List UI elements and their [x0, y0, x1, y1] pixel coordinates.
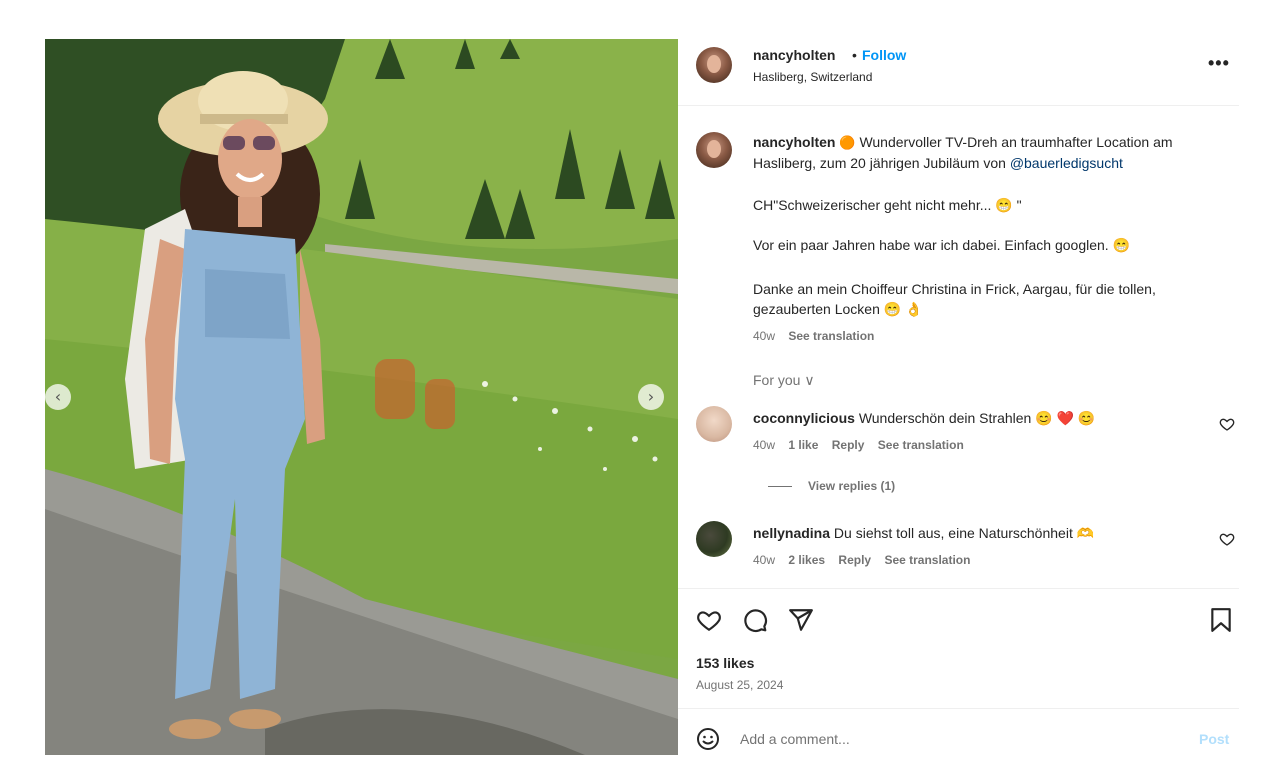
comment-body: Du siehst toll aus, eine Naturschönheit …	[833, 525, 1095, 541]
replies-divider	[768, 486, 792, 488]
comment-likes[interactable]: 2 likes	[788, 553, 825, 567]
caption-username[interactable]: nancyholten	[753, 134, 835, 150]
post-header: nancyholten • Follow Hasliberg, Switzerl…	[678, 39, 1239, 106]
comment-body: Wunderschön dein Strahlen 😊 ❤️ 😊	[858, 410, 1096, 426]
comment-avatar[interactable]	[696, 521, 732, 557]
caption-quote: CH"Schweizerischer geht nicht mehr... 😁 …	[753, 197, 1022, 213]
comment-time[interactable]: 40w	[753, 438, 775, 452]
chevron-left-icon[interactable]: ‹	[45, 384, 71, 410]
emoji-icon[interactable]	[696, 727, 720, 751]
post-button[interactable]: Post	[1199, 731, 1229, 747]
reply-button[interactable]: Reply	[838, 553, 871, 567]
comment-username[interactable]: nellynadina	[753, 525, 830, 541]
comment-icon[interactable]	[742, 607, 768, 633]
send-icon[interactable]	[788, 607, 814, 633]
caption-text-1: Wundervoller TV-Dreh an traumhafter Loca…	[859, 134, 1173, 150]
comment-2-text: nellynadina Du siehst toll aus, eine Nat…	[753, 525, 1094, 542]
view-replies-label: View replies (1)	[808, 479, 896, 493]
follow-button[interactable]: Follow	[862, 47, 906, 63]
comment-1-text: coconnylicious Wunderschön dein Strahlen…	[753, 410, 1095, 427]
comment-like-heart-icon[interactable]	[1219, 531, 1235, 547]
comment-avatar[interactable]	[696, 406, 732, 442]
post-photo	[45, 39, 678, 755]
post-date: August 25, 2024	[696, 678, 784, 692]
more-options-icon[interactable]: •••	[1208, 53, 1230, 74]
photo-scene	[45, 39, 678, 755]
heart-icon[interactable]	[696, 607, 722, 633]
caption-paragraph-3-line-2: gezauberten Locken 😁 👌	[753, 301, 923, 317]
caption-avatar[interactable]	[696, 132, 732, 168]
comment-input[interactable]	[740, 727, 1160, 751]
add-comment-bar: Post	[678, 708, 1239, 755]
caption-paragraph-3-line-1: Danke an mein Choiffeur Christina in Fri…	[753, 281, 1156, 297]
comment-username[interactable]: coconnylicious	[753, 410, 855, 426]
see-translation-button[interactable]: See translation	[884, 553, 970, 567]
comment-1-meta: 40w 1 like Reply See translation	[753, 438, 974, 452]
reply-button[interactable]: Reply	[832, 438, 865, 452]
separator-dot: •	[852, 47, 857, 63]
mention-link[interactable]: @bauerledigsucht	[1010, 155, 1123, 171]
chevron-right-icon[interactable]: ›	[638, 384, 664, 410]
post-panel: nancyholten • Follow Hasliberg, Switzerl…	[678, 39, 1239, 755]
caption-line-1: nancyholten 🟠 Wundervoller TV-Dreh an tr…	[753, 132, 1233, 154]
comment-2-meta: 40w 2 likes Reply See translation	[753, 553, 980, 567]
comment-time[interactable]: 40w	[753, 553, 775, 567]
comment-likes[interactable]: 1 like	[788, 438, 818, 452]
for-you-filter[interactable]: For you ∨	[753, 372, 815, 389]
caption-see-translation[interactable]: See translation	[788, 329, 874, 343]
actions-divider	[678, 588, 1239, 589]
caption-text-2: Hasliberg, zum 20 jährigen Jubiläum von	[753, 155, 1006, 171]
caption-line-2: Hasliberg, zum 20 jährigen Jubiläum von …	[753, 153, 1233, 173]
author-username[interactable]: nancyholten	[753, 47, 835, 63]
caption-meta: 40w See translation	[753, 329, 884, 343]
caption-emoji: 🟠	[839, 136, 856, 151]
likes-count[interactable]: 153 likes	[696, 655, 754, 671]
view-replies-button[interactable]: View replies (1)	[768, 479, 895, 493]
comment-like-heart-icon[interactable]	[1219, 416, 1235, 432]
see-translation-button[interactable]: See translation	[878, 438, 964, 452]
avatar[interactable]	[696, 47, 732, 83]
location-link[interactable]: Hasliberg, Switzerland	[753, 70, 872, 84]
bookmark-icon[interactable]	[1208, 607, 1234, 633]
caption-time[interactable]: 40w	[753, 329, 775, 343]
caption-paragraph-2: Vor ein paar Jahren habe war ich dabei. …	[753, 237, 1131, 253]
